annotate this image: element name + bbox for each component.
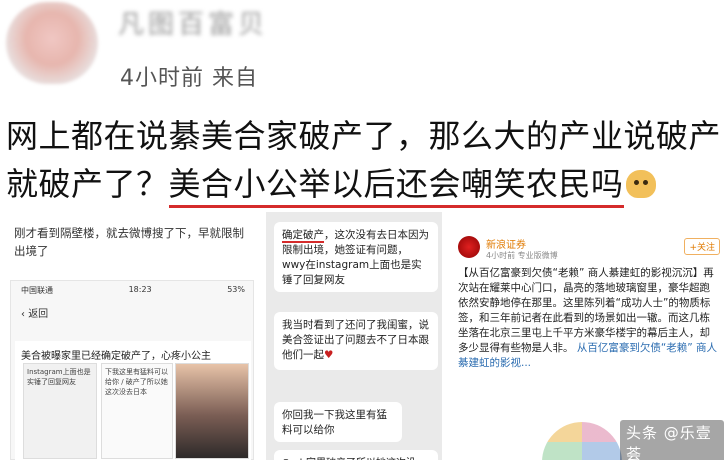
post-line-1: 网上都在说綦美合家破产了，那么大的产业说破产 <box>6 117 722 155</box>
chat-bubble: Omh家里破产了所以她这次没 <box>274 450 438 460</box>
follow-button[interactable]: +关注 <box>684 238 720 255</box>
broken-heart-icon: ♥ <box>324 349 334 361</box>
chat-bubble: 你回我一下我这里有猛料可以给你 <box>274 402 402 442</box>
clock: 18:23 <box>128 285 152 294</box>
sina-finance-logo-icon <box>458 236 480 258</box>
battery: 53% <box>227 285 245 294</box>
post-meta: 4小时前 来自 <box>120 66 258 91</box>
post-highlight: 美合小公举以后还会嘲笑农民吗 <box>168 165 624 208</box>
screenshot-collage: 刚才看到隔壁楼，就去微博搜了下，早就限制出境了 中国联通 18:23 53% ‹… <box>0 208 724 460</box>
chat-bubble: 我当时看到了还问了我闺蜜，说美合签证出了问题去不了日本跟他们一起♥ <box>274 312 438 370</box>
left-caption: 刚才看到隔壁楼，就去微博搜了下，早就限制出境了 <box>14 226 244 258</box>
screenshot-chat[interactable]: 确定破产，这次没有去日本因为限制出境，她签证有问题，wwy在instagram上… <box>266 212 442 460</box>
thumbnail-text: 下我这里有猛料可以给你 / 破产了所以她这次没去日本 <box>105 368 168 396</box>
thumbnail-photo[interactable] <box>175 363 249 459</box>
thumbnail[interactable]: Instagram上面也是实锤了回复网友 <box>23 363 97 459</box>
phone-frame: 中国联通 18:23 53% ‹ 返回 美合被曝家里已经确定破产了，心疼小公主 … <box>10 280 254 460</box>
watermark: 头条 @乐壹荟 <box>620 420 724 460</box>
post-text: 网上都在说綦美合家破产了，那么大的产业说破产 就破产了？美合小公举以后还会嘲笑农… <box>6 112 724 208</box>
account-name[interactable]: 新浪证券 <box>486 236 526 251</box>
back-label: 返回 <box>28 309 49 320</box>
underlined-text: 确定破产 <box>282 229 324 243</box>
bubble-text: 我当时看到了还问了我闺蜜，说美合签证出了问题去不了日本跟他们一起 <box>282 319 429 361</box>
avatar[interactable] <box>6 2 98 84</box>
username[interactable]: 凡图百富贝 <box>118 4 268 41</box>
news-text: 【从百亿富豪到欠债“老赖” 商人綦建虹的影视沉沉】再次站在耀莱中心门口，晶亮的落… <box>458 267 714 354</box>
news-body: 【从百亿富豪到欠债“老赖” 商人綦建虹的影视沉沉】再次站在耀莱中心门口，晶亮的落… <box>458 266 720 371</box>
back-button[interactable]: ‹ 返回 <box>21 305 48 320</box>
inner-post-title: 美合被曝家里已经确定破产了，心疼小公主 <box>21 351 211 362</box>
carrier: 中国联通 <box>21 286 53 295</box>
status-bar: 中国联通 18:23 53% <box>21 285 245 296</box>
inner-post: 美合被曝家里已经确定破产了，心疼小公主 Instagram上面也是实锤了回复网友… <box>15 341 251 460</box>
thumbnail[interactable]: 下我这里有猛料可以给你 / 破产了所以她这次没去日本 <box>101 363 173 459</box>
post-line-2-prefix: 就破产了？ <box>6 165 169 203</box>
doge-emoji-icon <box>625 170 656 198</box>
post-line-2: 就破产了？美合小公举以后还会嘲笑农民吗 <box>6 160 724 208</box>
screenshot-left[interactable]: 刚才看到隔壁楼，就去微博搜了下，早就限制出境了 中国联通 18:23 53% ‹… <box>4 212 258 460</box>
account-meta: 4小时前 专业版微博 <box>486 251 558 260</box>
news-chart-image[interactable] <box>542 422 622 460</box>
chat-bubble: 确定破产，这次没有去日本因为限制出境，她签证有问题，wwy在instagram上… <box>274 222 438 292</box>
thumbnail-text: Instagram上面也是实锤了回复网友 <box>27 368 91 386</box>
